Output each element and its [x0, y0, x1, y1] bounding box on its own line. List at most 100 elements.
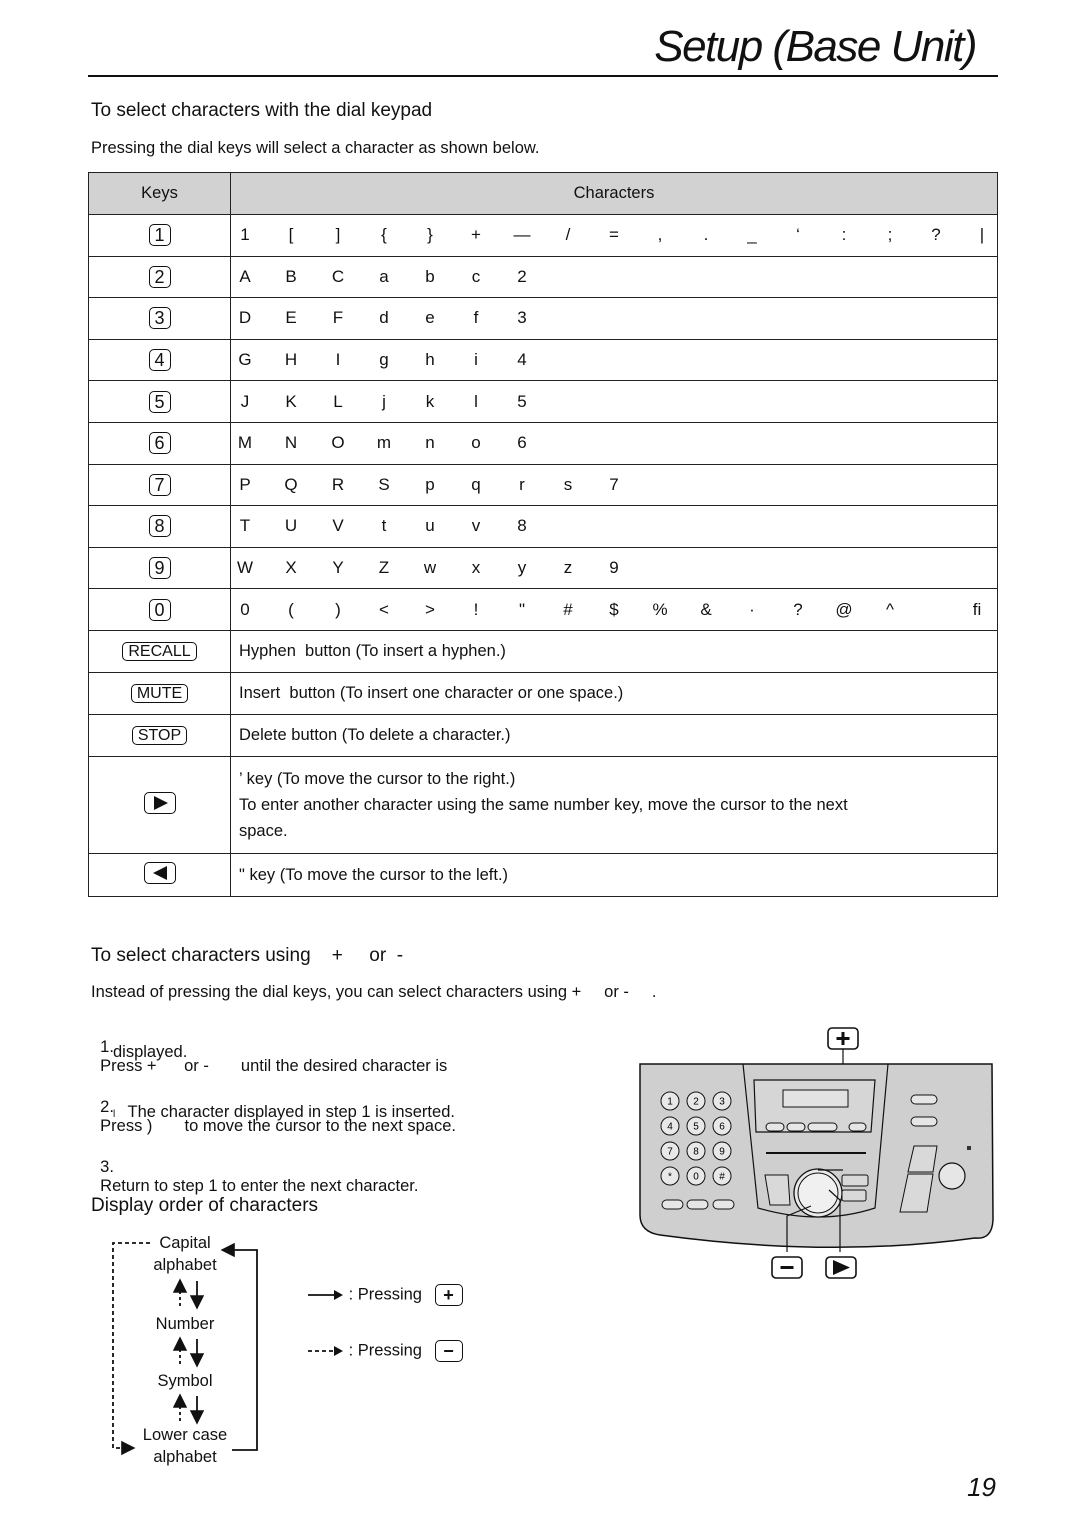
left-arrow-key-icon: [143, 861, 176, 884]
character: [: [288, 225, 294, 245]
character: 8: [517, 516, 527, 536]
header-characters: Characters: [230, 172, 998, 215]
character: #: [563, 599, 573, 619]
character: P: [239, 474, 251, 494]
table-row-mute: MUTE Insert button (To insert one charact…: [88, 671, 998, 715]
character: N: [284, 433, 298, 453]
dial-key-icon: 0: [148, 598, 171, 621]
character: R: [331, 474, 345, 494]
character: }: [427, 225, 433, 245]
character: 9: [609, 558, 619, 578]
character: d: [379, 308, 389, 328]
legend-label: : Pressing: [348, 1285, 422, 1304]
character: B: [285, 266, 297, 286]
character: g: [379, 350, 389, 370]
character: ·: [749, 599, 755, 619]
character: 6: [517, 433, 527, 453]
character: u: [425, 516, 435, 536]
table-row: 7 P Q R Sp q r s 7: [88, 463, 998, 507]
table-row: 2 A B Ca b c 2: [88, 255, 998, 299]
step-2-sub: l The character displayed in step 1 is i…: [113, 1103, 455, 1122]
character: ): [335, 599, 341, 619]
legend-label: : Pressing: [348, 1341, 422, 1360]
keypad-label: #: [719, 1172, 725, 1183]
character: ‘: [796, 225, 800, 245]
plus-key-icon: +: [434, 1284, 463, 1306]
dial-key-icon: 4: [148, 349, 171, 372]
character: 4: [517, 350, 527, 370]
table-row: 1 1 [] {} + — / =,. _ ‘:;? |: [88, 214, 998, 257]
character: $: [609, 599, 619, 619]
table-row-left-arrow: " key (To move the cursor to the left.): [88, 852, 998, 897]
character: 3: [517, 308, 527, 328]
character: f: [473, 308, 479, 328]
function-desc: Hyphen button (To insert a hyphen.): [230, 629, 998, 673]
character: K: [285, 391, 297, 411]
solid-arrow-icon: [308, 1290, 343, 1300]
section-intro-plus-minus: Instead of pressing the dial keys, you c…: [91, 983, 657, 1001]
character: w: [423, 558, 437, 578]
key-cell: [88, 852, 231, 897]
key-cell: 3: [88, 297, 231, 340]
character: O: [331, 433, 345, 453]
character: x: [471, 558, 481, 578]
dial-key-icon: 8: [148, 515, 171, 538]
keypad-label: 8: [693, 1147, 699, 1158]
header-keys: Keys: [88, 172, 231, 215]
character: {: [381, 225, 387, 245]
character: c: [471, 266, 481, 286]
section-heading-dial-keypad: To select characters with the dial keypa…: [91, 100, 433, 121]
character: C: [331, 266, 345, 286]
section-heading-display-order: Display order of characters: [91, 1195, 319, 1216]
step-1-cont: displayed.: [113, 1043, 188, 1061]
character: H: [284, 350, 298, 370]
dial-key-icon: 3: [148, 307, 171, 330]
keypad-label: *: [668, 1172, 672, 1183]
keypad-label: 2: [693, 1097, 699, 1108]
dial-key-icon: 6: [148, 432, 171, 455]
keypad-label: 3: [719, 1097, 725, 1108]
table-row: 9 W X Y Zw x y z 9: [88, 546, 998, 590]
character: e: [425, 308, 435, 328]
key-cell: 6: [88, 421, 231, 465]
character: F: [332, 308, 344, 328]
character: 5: [517, 391, 527, 411]
function-desc: Insert button (To insert one character o…: [230, 671, 998, 715]
keypad-label: 0: [693, 1172, 699, 1183]
step-3: 3. Return to step 1 to enter the next ch…: [91, 1139, 418, 1196]
section-intro-dial-keypad: Pressing the dial keys will select a cha…: [91, 139, 540, 157]
step-sub-text: The character displayed in step 1 is ins…: [127, 1103, 455, 1121]
step-number: 1.: [100, 1038, 114, 1056]
character: y: [517, 558, 527, 578]
character: A: [239, 266, 251, 286]
dial-key-icon: 2: [148, 265, 171, 288]
characters-cell: D E Fd e f 3: [230, 297, 998, 340]
plus-callout-icon: [827, 1027, 859, 1050]
page-title: Setup (Base Unit): [654, 22, 977, 71]
keypad-label: 5: [693, 1122, 699, 1133]
character: 1: [240, 225, 250, 245]
recall-key-icon: RECALL: [122, 641, 197, 661]
minus-key-icon: −: [434, 1340, 463, 1362]
table-row: 0 0 () < >! " # $% & ·? @ ^ fi: [88, 588, 998, 631]
character: <: [379, 599, 389, 619]
character: t: [381, 516, 387, 536]
dial-key-icon: 5: [148, 390, 171, 413]
character: >: [425, 599, 435, 619]
characters-cell: 0 () < >! " # $% & ·? @ ^ fi: [230, 588, 998, 631]
right-key-desc: ’ key (To move the cursor to the right.): [239, 769, 516, 788]
keypad-label: 4: [667, 1122, 673, 1133]
key-cell: 2: [88, 255, 231, 299]
character: V: [332, 516, 344, 536]
character: m: [376, 433, 392, 453]
character: /: [565, 225, 571, 245]
keypad-label: 9: [719, 1147, 725, 1158]
lcd-display: [782, 1089, 849, 1108]
legend-plus: : Pressing +: [308, 1284, 463, 1306]
right-arrow-callout-icon: [825, 1256, 857, 1279]
character: X: [285, 558, 297, 578]
fax-control-panel-illustration: 1 2 3 4 5 6 7 8 9 * 0 #: [639, 1027, 994, 1279]
character: b: [425, 266, 435, 286]
key-cell: 1: [88, 214, 231, 257]
character: .: [703, 225, 709, 245]
